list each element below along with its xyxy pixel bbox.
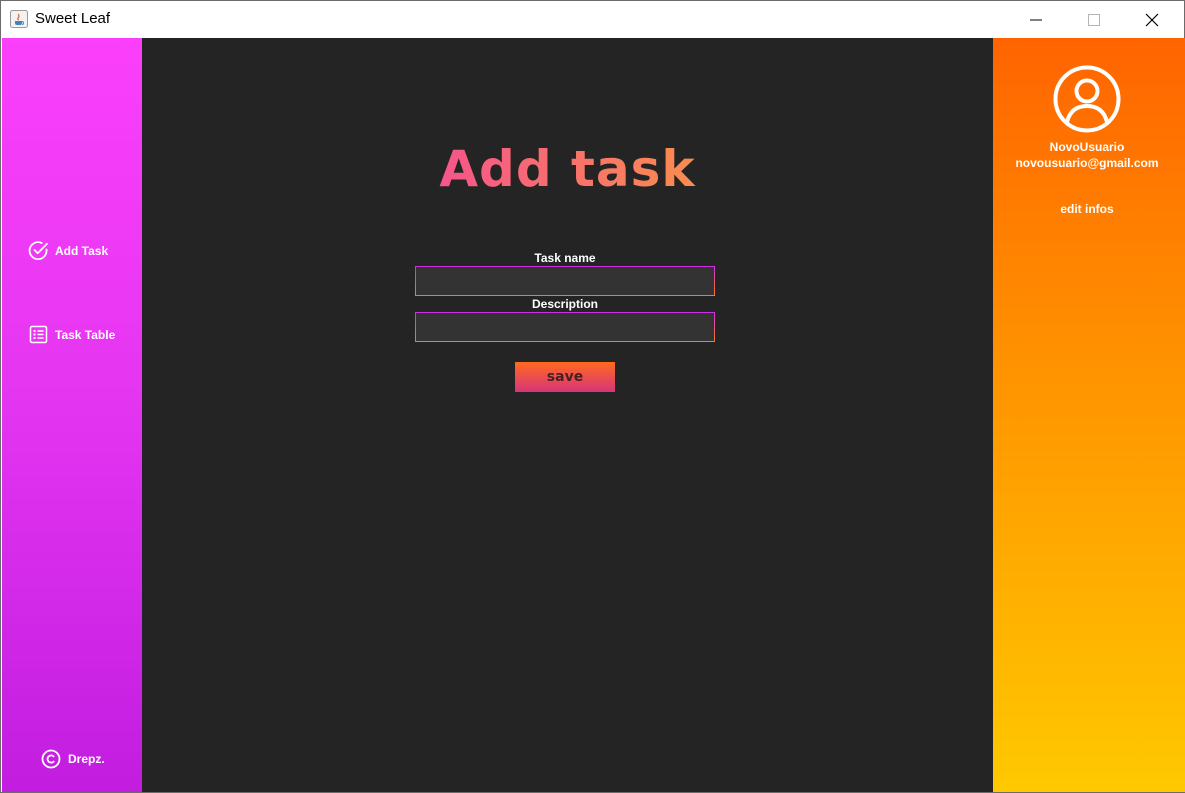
sidebar-item-add-task[interactable]: Add Task (28, 240, 108, 261)
title-bar[interactable]: Sweet Leaf (1, 1, 1184, 38)
task-name-input[interactable] (415, 266, 715, 296)
app-window: Sweet Leaf Add Task Task Table Drepz. Ad… (0, 0, 1185, 793)
maximize-button[interactable] (1065, 1, 1123, 38)
sidebar-item-label: Add Task (55, 243, 109, 258)
profile-username: NovoUsuario (1049, 140, 1125, 154)
check-circle-icon (28, 240, 49, 261)
minimize-icon (1030, 19, 1042, 20)
task-name-label: Task name (534, 251, 596, 265)
sidebar-item-label: Task Table (55, 327, 116, 342)
app-content: Add Task Task Table Drepz. Add task Task… (2, 38, 1185, 792)
close-icon (1145, 13, 1159, 26)
minimize-button[interactable] (1007, 1, 1065, 38)
copyright-icon (41, 749, 61, 769)
user-circle-icon (1052, 64, 1122, 134)
java-cup-icon (10, 10, 28, 28)
list-icon (28, 324, 49, 345)
close-button[interactable] (1123, 1, 1181, 38)
window-title: Sweet Leaf (35, 10, 111, 27)
page-title: Add task (439, 140, 696, 198)
profile-email: novousuario@gmail.com (1015, 156, 1159, 170)
credit: Drepz. (41, 749, 105, 769)
save-button[interactable]: save (515, 362, 615, 392)
profile-panel: NovoUsuario novousuario@gmail.com edit i… (993, 38, 1185, 792)
description-label: Description (531, 297, 598, 311)
sidebar-item-task-table[interactable]: Task Table (28, 324, 115, 345)
sidebar: Add Task Task Table Drepz. (2, 38, 142, 792)
maximize-icon (1088, 13, 1100, 26)
edit-infos-link[interactable]: edit infos (993, 202, 1181, 216)
credit-label: Drepz. (68, 752, 105, 766)
main-panel: Add task Task name Description save (142, 38, 993, 792)
description-input[interactable] (415, 312, 715, 342)
